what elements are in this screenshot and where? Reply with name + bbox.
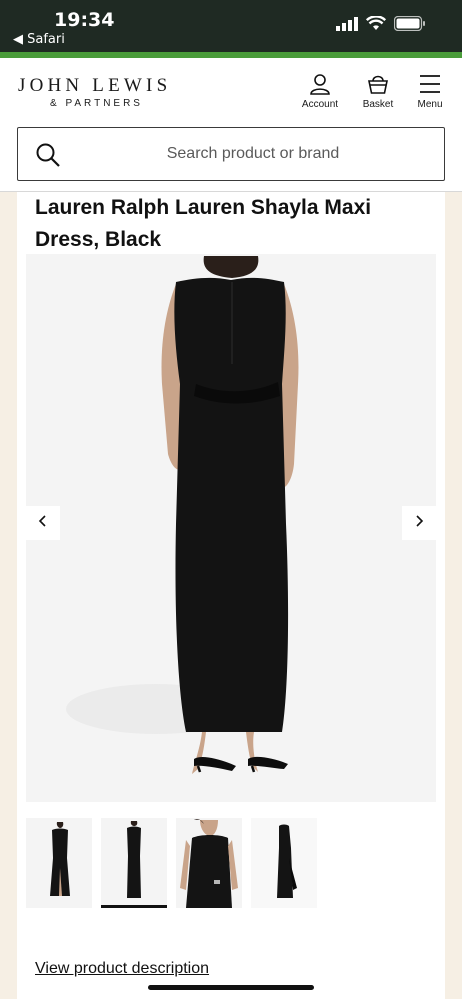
thumbnail-back-image: [101, 818, 167, 908]
thumbnail-front[interactable]: [26, 818, 92, 908]
search-icon[interactable]: [35, 142, 61, 173]
product-main-image[interactable]: [26, 254, 436, 802]
basket-label: Basket: [362, 99, 394, 110]
gallery-next-button[interactable]: [402, 506, 436, 540]
gallery-prev-button[interactable]: [26, 506, 60, 540]
thumbnail-strip: [26, 818, 317, 908]
account-label: Account: [301, 99, 339, 110]
thumbnail-flat[interactable]: [251, 818, 317, 908]
thumbnail-front-image: [26, 818, 92, 908]
status-icons: [336, 15, 426, 36]
menu-icon: [405, 72, 455, 96]
menu-button[interactable]: Menu: [405, 72, 455, 110]
chevron-left-icon: [37, 514, 49, 533]
account-icon: [295, 72, 345, 96]
product-title: Lauren Ralph Lauren Shayla Maxi Dress, B…: [35, 196, 372, 251]
account-button[interactable]: Account: [295, 72, 345, 110]
status-bar: 19:34 ◀ Safari: [0, 0, 462, 52]
battery-icon: [393, 15, 426, 36]
signal-icon: [336, 16, 358, 36]
logo-sub-text: & PARTNERS: [50, 98, 143, 109]
status-time: 19:34: [54, 9, 115, 31]
basket-button[interactable]: Basket: [353, 72, 403, 110]
home-indicator: [148, 985, 314, 990]
site-header: JOHN LEWIS & PARTNERS Account Basket Men…: [0, 58, 462, 126]
view-product-description-link[interactable]: View product description: [35, 960, 209, 978]
thumbnail-flat-image: [251, 818, 317, 908]
chevron-right-icon: [413, 514, 425, 533]
thumbnail-back[interactable]: [101, 818, 167, 908]
basket-icon: [353, 72, 403, 96]
dress-back-view-image: [26, 254, 436, 802]
search-box[interactable]: [17, 127, 445, 181]
search-input[interactable]: [78, 128, 428, 180]
logo-main-text: JOHN LEWIS: [18, 75, 172, 96]
thumbnail-detail-image: [176, 818, 242, 908]
search-bar: [0, 126, 462, 192]
back-to-safari-link[interactable]: ◀ Safari: [13, 32, 65, 47]
wifi-icon: [365, 15, 387, 36]
menu-label: Menu: [417, 99, 443, 110]
thumbnail-detail[interactable]: [176, 818, 242, 908]
